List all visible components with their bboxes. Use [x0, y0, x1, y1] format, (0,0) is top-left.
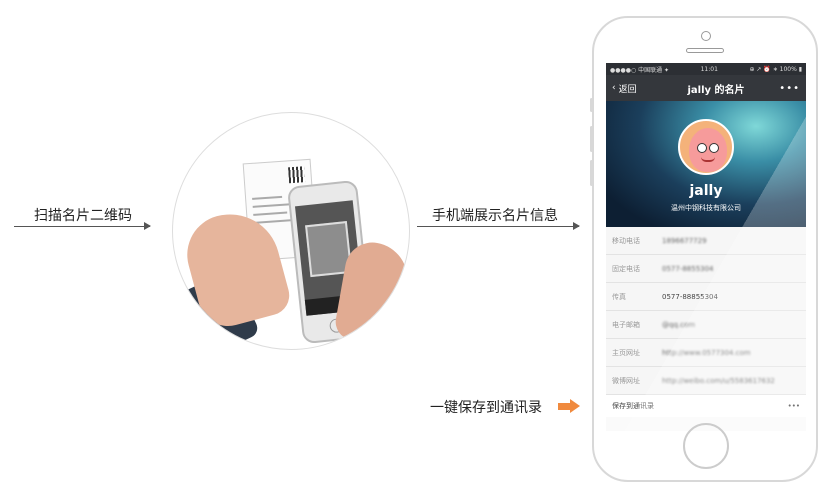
save-to-contacts-button[interactable]: 保存到通讯录 ••• [606, 395, 806, 417]
scan-photo [172, 112, 410, 350]
mute-switch [590, 98, 593, 112]
avatar [678, 119, 734, 175]
orange-arrow-icon [558, 399, 580, 413]
contact-list: 移动电话 1896677729 固定电话 0577-8855304 传真 057… [606, 227, 806, 395]
phone-frame: ●●●●○ 中国联通 ✦ 11:01 ⊕ ↗ ⏰ ∗ 100% ▮ ‹ 返回 j… [590, 16, 818, 482]
camera-icon [701, 31, 711, 41]
field-label: 微博网址 [612, 376, 640, 385]
more-icon: ••• [787, 402, 800, 410]
list-item[interactable]: 固定电话 0577-8855304 [606, 255, 806, 283]
status-bar: ●●●●○ 中国联通 ✦ 11:01 ⊕ ↗ ⏰ ∗ 100% ▮ [606, 63, 806, 75]
field-value: 0577-8855304 [662, 264, 714, 273]
profile-company: 温州中钢科技有限公司 [671, 204, 741, 212]
field-value: 1896677729 [662, 236, 707, 245]
clock-text: 11:01 [700, 65, 718, 73]
nav-title: jally 的名片 [687, 84, 745, 96]
field-label: 移动电话 [612, 236, 640, 245]
field-label: 固定电话 [612, 264, 640, 273]
field-value: @qq.com [662, 320, 696, 329]
stage: 扫描名片二维码 手机端展示名片信息 一键保存到通讯录 ●●●●○ 中国联通 ✦ … [0, 0, 830, 490]
more-button[interactable]: ••• [766, 83, 806, 94]
field-value: http://www.0577304.com [662, 348, 751, 357]
back-label: 返回 [618, 84, 637, 95]
arrow-right-icon [14, 222, 151, 230]
field-label: 电子邮箱 [612, 320, 640, 329]
phone-screen: ●●●●○ 中国联通 ✦ 11:01 ⊕ ↗ ⏰ ∗ 100% ▮ ‹ 返回 j… [606, 63, 806, 431]
list-item[interactable]: 微博网址 http://weibo.com/u/5583617632 [606, 367, 806, 395]
carrier-text: ●●●●○ 中国联通 ✦ [610, 66, 670, 74]
arrow-right-icon [417, 222, 580, 230]
profile-header: jally 温州中钢科技有限公司 [606, 101, 806, 227]
field-label: 传真 [612, 292, 626, 301]
volume-down-button [590, 160, 593, 186]
chevron-left-icon: ‹ [612, 83, 616, 93]
list-item[interactable]: 传真 0577-88855304 [606, 283, 806, 311]
speaker-icon [686, 48, 724, 53]
field-value: http://weibo.com/u/5583617632 [662, 376, 775, 385]
save-to-contacts-label: 保存到通讯录 [612, 402, 654, 410]
display-label: 手机端展示名片信息 [432, 208, 558, 224]
profile-name: jally [689, 183, 723, 199]
back-button[interactable]: ‹ 返回 [606, 82, 666, 95]
list-item[interactable]: 电子邮箱 @qq.com [606, 311, 806, 339]
save-label: 一键保存到通讯录 [430, 400, 542, 416]
volume-up-button [590, 126, 593, 152]
scan-label: 扫描名片二维码 [34, 208, 132, 224]
qr-code-icon [288, 166, 306, 184]
list-item[interactable]: 主页网址 http://www.0577304.com [606, 339, 806, 367]
home-button[interactable] [683, 423, 729, 469]
field-label: 主页网址 [612, 348, 640, 357]
nav-bar: ‹ 返回 jally 的名片 ••• [606, 75, 806, 101]
status-icons: ⊕ ↗ ⏰ ∗ 100% ▮ [749, 65, 802, 73]
field-value: 0577-88855304 [662, 292, 718, 301]
list-item[interactable]: 移动电话 1896677729 [606, 227, 806, 255]
